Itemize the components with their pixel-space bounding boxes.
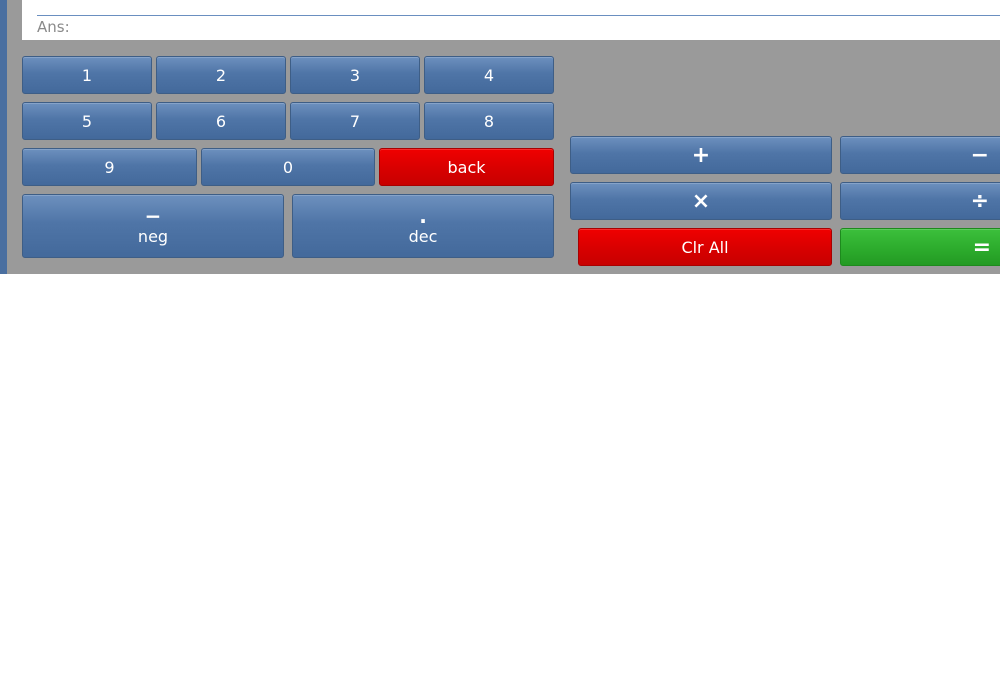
digit-0-label: 0 [282,157,294,177]
digit-5-button[interactable]: 5 [22,102,152,140]
plus-button[interactable]: + [570,136,832,174]
plus-icon: + [691,142,711,168]
digit-1-button[interactable]: 1 [22,56,152,94]
answer-label: Ans: [37,18,70,36]
divide-button[interactable]: ÷ [840,182,1000,220]
decimal-point-icon: . [419,204,427,229]
digit-3-button[interactable]: 3 [290,56,420,94]
digit-7-button[interactable]: 7 [290,102,420,140]
equals-icon: = [972,234,991,260]
digit-4-button[interactable]: 4 [424,56,554,94]
digit-4-label: 4 [483,65,495,85]
back-label: back [447,157,486,177]
digit-5-label: 5 [81,111,93,131]
decimal-button[interactable]: . dec [292,194,554,258]
display-divider [37,15,1000,16]
clear-all-button[interactable]: Clr All [578,228,832,266]
left-accent-strip [0,0,7,274]
digit-0-button[interactable]: 0 [201,148,375,186]
decimal-label: dec [408,227,438,247]
calculator-panel: Ans: 1 2 3 4 5 6 7 8 9 0 back − neg . de… [0,0,1000,274]
digit-2-button[interactable]: 2 [156,56,286,94]
digit-8-label: 8 [483,111,495,131]
minus-sign-icon: − [144,204,162,229]
minus-icon: − [970,142,989,168]
digit-1-label: 1 [81,65,93,85]
equals-button[interactable]: = [840,228,1000,266]
multiply-button[interactable]: × [570,182,832,220]
digit-8-button[interactable]: 8 [424,102,554,140]
answer-display [22,0,1000,40]
digit-9-label: 9 [104,157,115,177]
digit-6-label: 6 [215,111,227,131]
minus-button[interactable]: − [840,136,1000,174]
digit-2-label: 2 [215,65,227,85]
clear-all-label: Clr All [681,237,729,257]
digit-9-button[interactable]: 9 [22,148,197,186]
multiply-icon: × [691,188,711,214]
negate-label: neg [137,227,169,247]
divide-icon: ÷ [970,188,989,214]
digit-6-button[interactable]: 6 [156,102,286,140]
negate-button[interactable]: − neg [22,194,284,258]
digit-7-label: 7 [349,111,361,131]
back-button[interactable]: back [379,148,554,186]
digit-3-label: 3 [349,65,361,85]
